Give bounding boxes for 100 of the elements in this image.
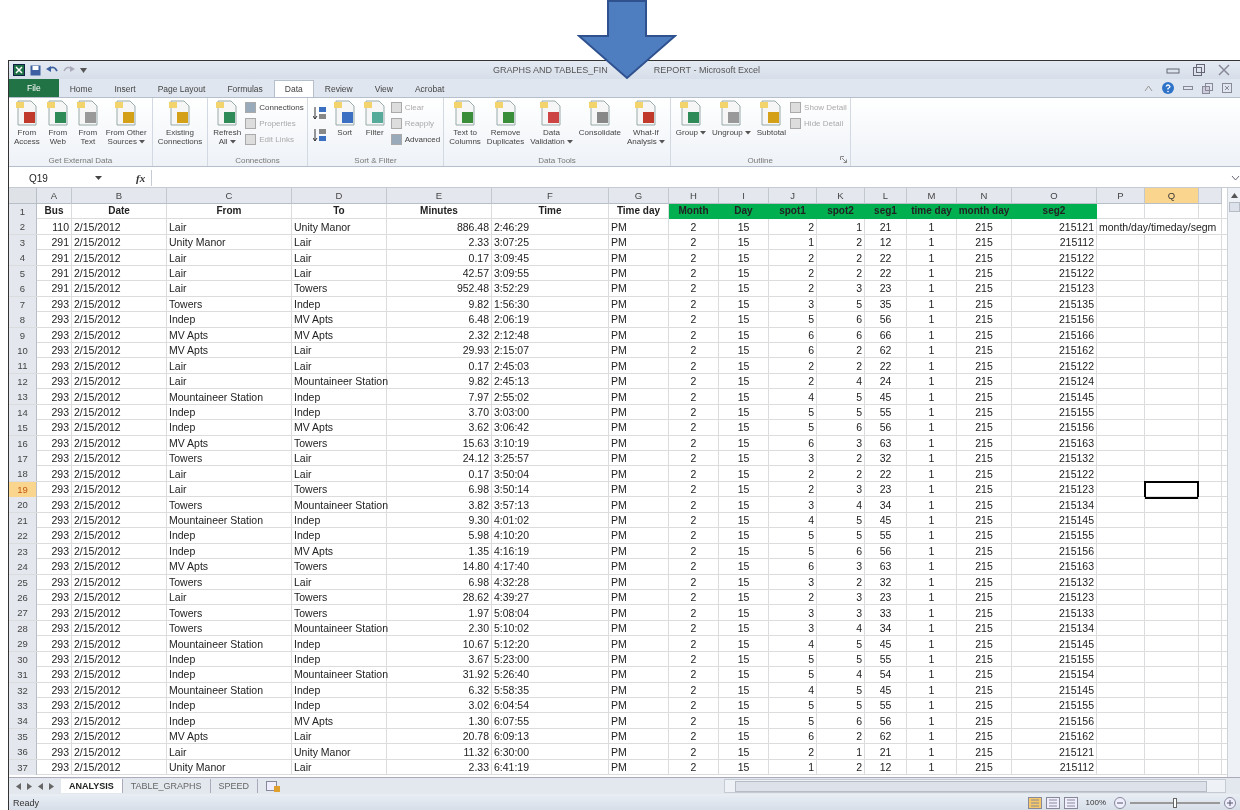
ribbon-tab[interactable]: Review (313, 80, 364, 97)
minimize-ribbon-icon[interactable] (1144, 84, 1153, 92)
insert-sheet-icon[interactable] (266, 780, 281, 792)
header-cell: spot1 (769, 204, 817, 219)
ribbon-button[interactable]: From Text (73, 100, 102, 146)
view-mode-icon[interactable] (1045, 796, 1060, 809)
file-tab[interactable]: File (9, 79, 59, 97)
ribbon-button[interactable]: Text to Columns (447, 100, 483, 146)
ribbon-tab[interactable]: Acrobat (403, 80, 456, 97)
column-header[interactable]: N (957, 188, 1012, 204)
row-header[interactable]: 20 (9, 497, 37, 513)
column-header[interactable]: D (292, 188, 387, 204)
customize-caret-icon[interactable] (80, 66, 87, 74)
column-header[interactable]: C (167, 188, 292, 204)
column-header[interactable]: Q (1145, 188, 1199, 204)
column-header[interactable]: P (1097, 188, 1145, 204)
ribbon-button[interactable]: Filter (360, 100, 389, 137)
zoom-in-icon[interactable] (1224, 796, 1236, 809)
name-box[interactable]: Q19 (9, 172, 89, 184)
ribbon-tab[interactable]: View (363, 80, 404, 97)
column-header[interactable]: E (387, 188, 492, 204)
column-header[interactable]: L (865, 188, 907, 204)
undo-icon[interactable] (46, 65, 58, 75)
ribbon-tab[interactable]: Data (273, 80, 314, 97)
column-header[interactable]: F (492, 188, 609, 204)
sheet-tab[interactable]: ANALYSIS (61, 779, 123, 793)
ribbon-button[interactable]: Existing Connections (155, 100, 205, 146)
dialog-launcher-icon[interactable] (839, 156, 847, 163)
column-header[interactable]: K (817, 188, 865, 204)
ribbon-button[interactable]: Ungroup (710, 100, 753, 137)
row-header[interactable]: 34 (9, 713, 37, 729)
row-header[interactable]: 8 (9, 312, 37, 328)
row-header[interactable]: 29 (9, 636, 37, 652)
row-header[interactable]: 33 (9, 698, 37, 713)
close-icon[interactable] (1222, 83, 1232, 93)
row-header[interactable]: 11 (9, 358, 37, 374)
help-icon[interactable] (1162, 82, 1174, 94)
row-header[interactable]: 15 (9, 420, 37, 436)
row-header[interactable]: 24 (9, 559, 37, 575)
ribbon-tab[interactable]: Home (58, 80, 104, 97)
ribbon-button[interactable]: Subtotal (754, 100, 789, 137)
ribbon-button[interactable]: Consolidate (576, 100, 623, 137)
row-header[interactable]: 36 (9, 744, 37, 760)
row-header[interactable]: 18 (9, 466, 37, 482)
redo-icon[interactable] (63, 65, 75, 75)
ribbon-tab[interactable]: Formulas (216, 80, 274, 97)
minimize-icon[interactable] (1166, 66, 1180, 74)
column-header[interactable]: J (769, 188, 817, 204)
row-header[interactable]: 6 (9, 281, 37, 297)
ribbon-button[interactable]: Refresh All (211, 100, 244, 146)
save-icon[interactable] (30, 64, 41, 76)
column-header[interactable]: O (1012, 188, 1097, 204)
ribbon-tab[interactable]: Insert (103, 80, 147, 97)
view-mode-icon[interactable] (1063, 796, 1078, 809)
scroll-up-icon[interactable] (1230, 193, 1238, 198)
sheet-tab[interactable]: SPEED (210, 779, 259, 793)
minimize-icon[interactable] (1183, 85, 1193, 91)
row-header[interactable]: 13 (9, 389, 37, 405)
column-header[interactable]: M (907, 188, 957, 204)
row-header[interactable]: 4 (9, 250, 37, 266)
close-icon[interactable] (1218, 64, 1230, 76)
column-header[interactable]: B (72, 188, 167, 204)
row-header[interactable]: 22 (9, 528, 37, 544)
restore-icon[interactable] (1192, 63, 1206, 77)
dropdown-caret-icon[interactable] (95, 175, 102, 181)
zoom-out-icon[interactable] (1114, 796, 1126, 809)
column-header[interactable]: I (719, 188, 769, 204)
ribbon-button[interactable]: From Web (43, 100, 72, 146)
sort-descending-icon[interactable] (312, 128, 327, 142)
sheet-tab[interactable]: TABLE_GRAPHS (122, 779, 211, 793)
ribbon-small-button[interactable]: Advanced (390, 133, 441, 146)
row-header[interactable]: 2 (9, 219, 37, 235)
column-header[interactable]: H (669, 188, 719, 204)
row-header[interactable]: 17 (9, 451, 37, 466)
ribbon-button[interactable]: Sort (330, 100, 359, 137)
sort-ascending-icon[interactable] (312, 106, 327, 120)
expand-caret-icon[interactable] (1231, 174, 1240, 182)
horizontal-scrollbar[interactable] (724, 779, 1226, 793)
ribbon-small-button[interactable]: Connections (245, 101, 304, 114)
insert-function-icon[interactable]: fx (136, 172, 146, 184)
view-mode-icon[interactable] (1027, 796, 1042, 809)
column-header[interactable]: A (37, 188, 72, 204)
zoom-slider-thumb[interactable] (1173, 797, 1177, 808)
scrollbar-thumb[interactable] (1228, 202, 1240, 212)
ribbon-button[interactable]: What-If Analysis (625, 100, 667, 146)
excel-logo-icon[interactable] (13, 64, 25, 76)
ribbon-button[interactable]: Group (673, 100, 709, 137)
ribbon-button[interactable]: From Access (12, 100, 42, 146)
ribbon-button[interactable]: From Other Sources (103, 100, 149, 146)
ribbon-button[interactable]: Remove Duplicates (484, 100, 527, 146)
column-header[interactable]: G (609, 188, 669, 204)
row-header[interactable]: 27 (9, 605, 37, 621)
restore-icon[interactable] (1202, 82, 1213, 94)
ribbon-tab[interactable]: Page Layout (146, 80, 217, 97)
zoom-level[interactable]: 100% (1085, 798, 1106, 807)
row-header[interactable]: 31 (9, 667, 37, 683)
row-header[interactable]: 1 (9, 204, 37, 219)
vertical-scrollbar[interactable] (1227, 188, 1240, 777)
selected-cell[interactable] (1144, 480, 1199, 499)
ribbon-button[interactable]: Data Validation (528, 100, 575, 146)
